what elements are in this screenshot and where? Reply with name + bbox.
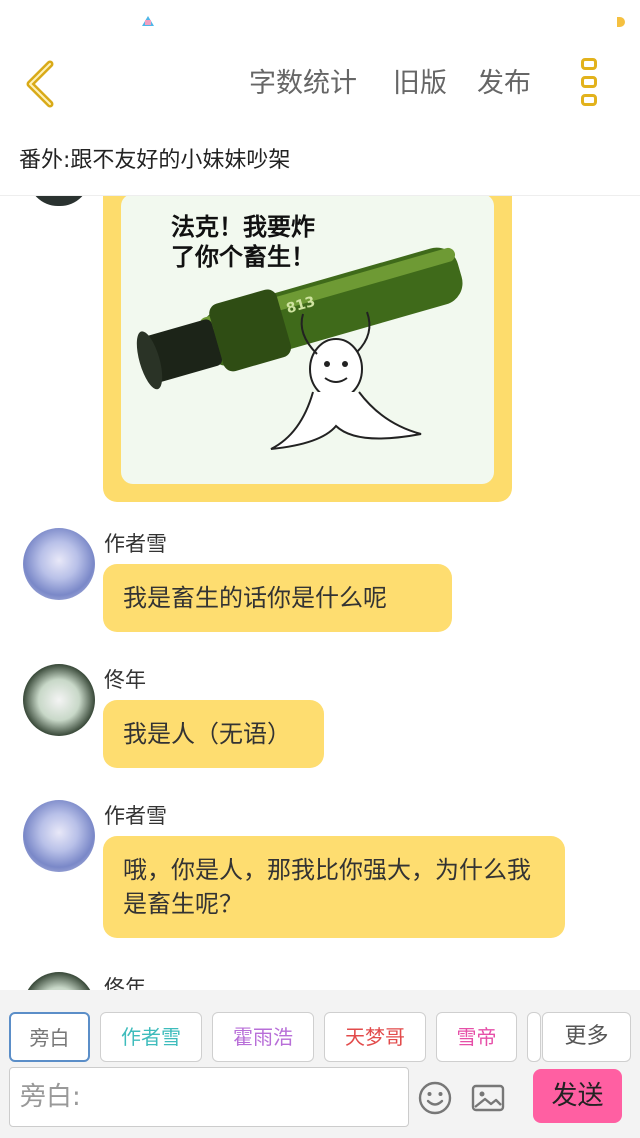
role-chip-huo[interactable]: 霍雨浩 bbox=[212, 1012, 314, 1062]
role-chip-partial[interactable] bbox=[527, 1012, 541, 1062]
emoji-button[interactable] bbox=[417, 1080, 453, 1116]
status-bar bbox=[0, 0, 640, 44]
role-chip-tianmeng[interactable]: 天梦哥 bbox=[324, 1012, 426, 1062]
role-chip-xue[interactable]: 作者雪 bbox=[100, 1012, 202, 1062]
role-chip-narrator[interactable]: 旁白 bbox=[9, 1012, 90, 1062]
chapter-title-bar: 番外:跟不友好的小妹妹吵架 bbox=[0, 124, 640, 196]
avatar[interactable] bbox=[23, 528, 95, 600]
avatar[interactable] bbox=[23, 800, 95, 872]
avatar bbox=[28, 196, 90, 206]
role-chip-xuedi[interactable]: 雪帝 bbox=[436, 1012, 517, 1062]
speaker-name: 作者雪 bbox=[104, 804, 167, 828]
speaker-name: 作者雪 bbox=[104, 532, 167, 556]
notification-icon bbox=[142, 16, 154, 26]
image-icon bbox=[471, 1084, 505, 1112]
avatar[interactable] bbox=[23, 972, 95, 990]
word-count-button[interactable]: 字数统计 bbox=[249, 64, 357, 104]
image-message-bubble[interactable]: 813 法克！我要炸 了你个畜生！ bbox=[103, 196, 512, 502]
message-input[interactable] bbox=[10, 1068, 408, 1126]
meme-caption: 法克！我要炸 了你个畜生！ bbox=[171, 213, 315, 271]
chevron-left-icon bbox=[26, 60, 54, 108]
battery-icon bbox=[617, 17, 625, 27]
smiley-icon bbox=[418, 1081, 452, 1115]
message-bubble[interactable]: 我是人（无语） bbox=[103, 700, 324, 768]
composer-panel: 旁白 作者雪 霍雨浩 天梦哥 雪帝 更多 发送 bbox=[0, 990, 640, 1138]
chat-list[interactable]: 813 法克！我要炸 了你个畜生！ 作者雪 我是畜生的话你是什么呢 佟年 我是人… bbox=[0, 196, 640, 990]
message-bubble[interactable]: 我是畜生的话你是什么呢 bbox=[103, 564, 452, 632]
meme-image[interactable]: 813 法克！我要炸 了你个畜生！ bbox=[121, 196, 494, 484]
avatar[interactable] bbox=[23, 664, 95, 736]
publish-button[interactable]: 发布 bbox=[477, 64, 531, 104]
message-input-box[interactable] bbox=[9, 1067, 409, 1127]
app-header: 字数统计 旧版 发布 bbox=[0, 44, 640, 124]
message-bubble[interactable]: 哦，你是人，那我比你强大，为什么我是畜生呢？ bbox=[103, 836, 565, 938]
speaker-name: 佟年 bbox=[104, 976, 146, 990]
back-button[interactable] bbox=[16, 56, 68, 112]
speaker-name: 佟年 bbox=[104, 668, 146, 692]
send-button[interactable]: 发送 bbox=[533, 1069, 622, 1123]
chapter-title: 番外:跟不友好的小妹妹吵架 bbox=[19, 148, 291, 173]
more-roles-button[interactable]: 更多 bbox=[542, 1012, 631, 1062]
old-version-button[interactable]: 旧版 bbox=[393, 64, 447, 104]
insert-image-button[interactable] bbox=[470, 1080, 506, 1116]
more-menu-icon[interactable] bbox=[576, 56, 602, 112]
